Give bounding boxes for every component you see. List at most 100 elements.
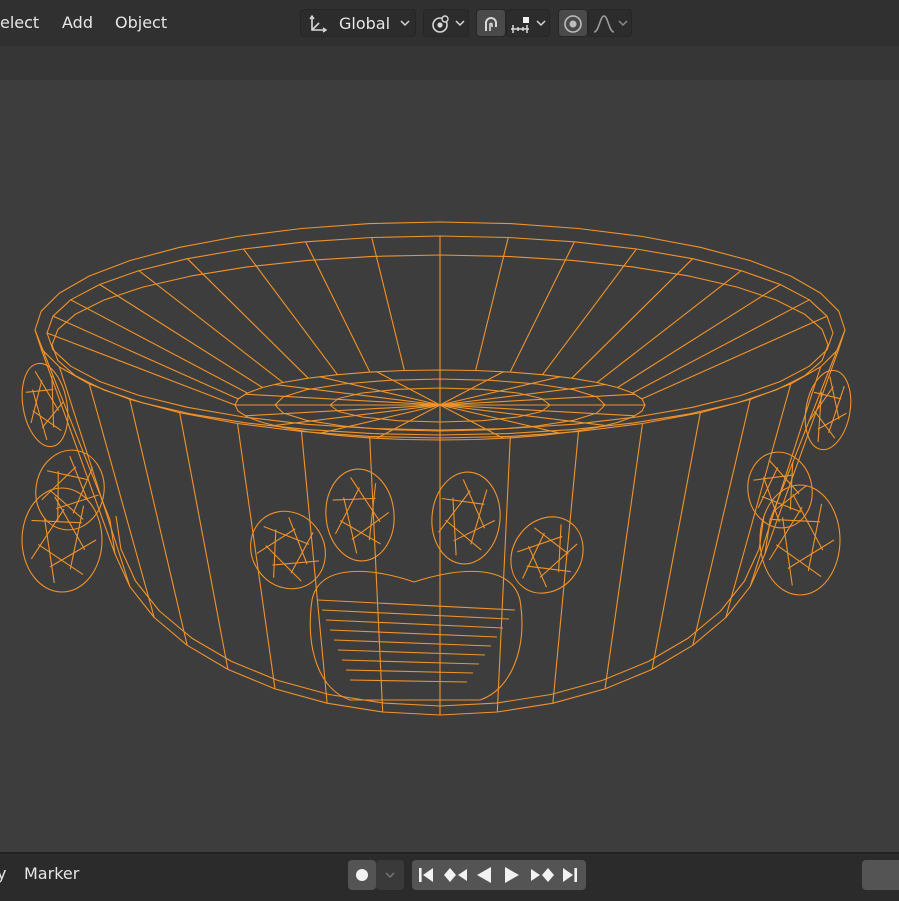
chevron-down-icon [617,16,629,30]
inner-floor-edge [245,404,441,417]
inner-floor-edge [439,404,635,417]
paw-toe-mesh-edge [44,518,55,584]
inner-floor-edge [439,404,606,427]
pivot-point-dropdown[interactable] [423,9,469,37]
paw-toe-mesh-edge [288,517,308,565]
3d-viewport[interactable] [0,46,899,852]
inner-wall-edge [596,270,742,383]
paw-toe-mesh-edge [51,375,55,428]
inner-wall-edge [475,237,509,371]
paw-toe-mesh-edge [46,470,90,481]
paw-toe-mesh-edge [534,527,569,555]
inner-wall-edge [371,237,405,371]
inner-floor-edge [439,383,606,406]
timeline-header: y Marker [0,852,899,901]
current-frame-field[interactable] [862,860,899,890]
outer-wall-edge [692,399,751,646]
inner-wall-edge [542,248,637,376]
play-icon[interactable] [502,866,522,884]
keying-options-dropdown[interactable] [376,860,404,890]
inner-wall-edge [99,284,263,388]
paw-toe-mesh-edge [32,389,48,441]
next-keyframe-icon[interactable] [528,866,556,884]
outer-wall-edge [764,348,840,555]
record-button[interactable] [348,860,376,890]
outer-wall-edge [129,399,188,646]
paw-pad-mesh-edge [317,599,516,611]
inner-wall-edge [186,258,309,379]
paw-toe [325,468,395,562]
menu-add[interactable]: Add [62,13,93,32]
transform-orientation-label: Global [339,14,391,33]
menu-select[interactable]: elect [0,13,39,32]
paw-toe-mesh-edge [452,497,457,556]
prev-keyframe-icon[interactable] [442,866,470,884]
inner-wall-edge [641,315,828,400]
snap-target-dropdown[interactable] [506,9,550,37]
play-reverse-icon[interactable] [474,866,494,884]
paw-toe-mesh-edge [527,545,547,588]
paw-toe-mesh-edge [272,560,319,566]
chevron-down-icon [399,16,411,30]
proportional-editing-icon [562,13,584,35]
inner-wall-edge [138,270,284,383]
menu-marker[interactable]: Marker [24,864,79,883]
paw-toe-mesh-edge [37,543,84,576]
chevron-down-icon [384,868,396,882]
paw-toe-mesh-edge [807,503,823,572]
paw-pad-mesh-edge [345,669,474,674]
inner-floor-edge [439,393,635,406]
paw-pad-mesh-edge [337,649,486,656]
outer-wall-edge [552,431,580,704]
paw-pad-mesh-edge [349,679,468,683]
playback-controls [412,860,586,890]
menu-view[interactable]: y [0,864,6,883]
jump-start-icon[interactable] [416,866,436,884]
chevron-down-icon [454,16,466,30]
inner-wall-edge [632,299,810,394]
dog-bowl-wireframe [21,221,852,716]
viewport-header: elect Add Object Global [0,0,899,47]
paw-toe-mesh-edge [290,532,314,574]
outer-wall-edge [88,383,155,618]
paw-toe-mesh-edge [30,379,43,424]
paw-toe-mesh-edge [558,524,562,573]
inner-floor-edge [274,383,441,406]
paw-toe-mesh-edge [787,539,835,569]
record-icon [355,868,369,882]
inner-wall-edge [52,315,239,400]
paw-toe-mesh-edge [49,539,97,568]
paw-pad-mesh-edge [333,639,492,647]
outer-wall-edge [58,366,131,587]
falloff-curve-icon [592,13,616,35]
proportional-editing-toggle[interactable] [558,9,588,37]
paw-pad-mesh-edge [325,619,504,629]
outer-wall-edge [496,436,511,713]
paw-pad-mesh-edge [321,609,510,620]
paw-toe [510,516,584,594]
inner-floor-edge [274,404,441,427]
inner-wall-edge [70,299,248,394]
snap-toggle[interactable] [476,9,506,37]
pivot-point-icon [429,13,453,35]
inner-wall-edge [571,258,694,379]
menu-object[interactable]: Object [115,13,167,32]
inner-wall-edge [243,248,338,376]
paw-toe-mesh-edge [828,385,845,434]
paw-toe [21,487,103,593]
paw-toe-mesh-edge [32,410,62,432]
outer-wall-edge [179,412,229,670]
falloff-dropdown[interactable] [588,9,632,37]
jump-end-icon[interactable] [560,866,580,884]
paw-toe-mesh-edge [445,519,482,551]
paw-toe-mesh-edge [334,487,360,535]
paw-pad-mesh-edge [329,629,498,638]
transform-orientation-dropdown[interactable]: Global [300,9,416,37]
paw-toe-mesh-edge [775,544,822,578]
inner-wall-edge [305,241,371,373]
snap-increment-icon [509,14,533,36]
paw-toe-mesh-edge [69,505,85,570]
paw-toe [759,484,841,596]
outer-wall-edge [651,412,701,670]
paw-toe-mesh-edge [470,489,488,545]
